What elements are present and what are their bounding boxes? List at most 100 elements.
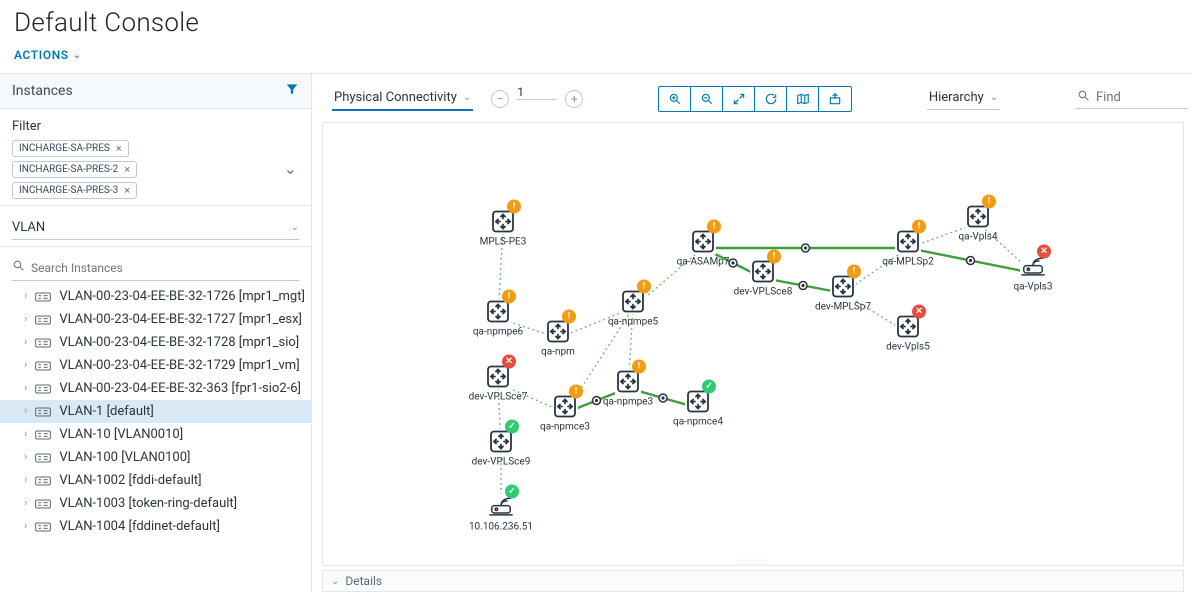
expand-caret-icon[interactable]: › [24, 519, 27, 532]
node-label: qa-npmpe5 [608, 317, 658, 328]
filter-chip-label: INCHARGE-SA-PRES-3 [19, 185, 118, 196]
search-input[interactable] [31, 261, 299, 275]
topology-node[interactable]: qa-npmpe5 [593, 289, 673, 328]
view-mode-value: Physical Connectivity [334, 90, 457, 105]
instance-row[interactable]: ›VLAN-00-23-04-EE-BE-32-1728 [mpr1_sio] [0, 331, 311, 354]
view-controls [658, 86, 852, 112]
instance-row[interactable]: ›VLAN-00-23-04-EE-BE-32-1726 [mpr1_mgt] [0, 285, 311, 308]
topology-find[interactable] [1075, 89, 1188, 109]
topology-node[interactable]: dev-Vpls5 [868, 314, 948, 353]
topology-node[interactable]: qa-npmpe3 [588, 369, 668, 408]
topology-node[interactable]: dev-VPLSce9 [461, 429, 541, 468]
chip-remove-icon[interactable]: × [116, 142, 122, 155]
expand-caret-icon[interactable]: › [24, 404, 27, 417]
instance-row[interactable]: ›VLAN-00-23-04-EE-BE-32-363 [fpr1-sio2-6… [0, 377, 311, 400]
instance-label: VLAN-1003 [token-ring-default] [59, 496, 237, 511]
zoom-in-button[interactable] [659, 87, 691, 111]
instance-row[interactable]: ›VLAN-1002 [fddi-default] [0, 469, 311, 492]
instances-sidebar: Instances Filter INCHARGE-SA-PRES×INCHAR… [0, 74, 312, 592]
filter-chip-label: INCHARGE-SA-PRES [19, 143, 110, 154]
filter-expand-chevron[interactable]: ⌄ [284, 159, 297, 178]
expand-caret-icon[interactable]: › [24, 473, 27, 486]
instance-row[interactable]: ›VLAN-100 [VLAN0100] [0, 446, 311, 469]
status-badge [569, 385, 583, 399]
topology-node[interactable]: 10.106.236.51 [461, 494, 541, 533]
node-label: dev-Vpls5 [886, 342, 930, 353]
topology-node[interactable]: MPLS-PE3 [463, 209, 543, 248]
status-badge [702, 380, 716, 394]
hop-stepper: − 1 + [491, 90, 583, 108]
filter-icon[interactable] [285, 82, 299, 100]
find-input[interactable] [1096, 90, 1186, 105]
hop-increment-button[interactable]: + [565, 90, 583, 108]
node-label: dev-VPLSce9 [472, 457, 531, 468]
instance-label: VLAN-1 [default] [59, 404, 154, 419]
details-label: Details [345, 574, 382, 588]
filter-chip[interactable]: INCHARGE-SA-PRES-2 × [12, 161, 137, 178]
instance-row[interactable]: › VLAN-1 [default] [0, 400, 311, 423]
chip-remove-icon[interactable]: × [124, 184, 130, 197]
node-label: qa-npmpe3 [603, 397, 653, 408]
status-badge [562, 310, 576, 324]
chevron-down-icon: ⌄ [463, 92, 471, 103]
topology-node[interactable]: qa-Vpls3 [993, 254, 1073, 293]
filter-chip[interactable]: INCHARGE-SA-PRES × [12, 140, 129, 157]
filter-chip-label: INCHARGE-SA-PRES-2 [19, 164, 118, 175]
zoom-out-button[interactable] [691, 87, 723, 111]
hierarchy-select[interactable]: Hierarchy ⌄ [927, 88, 1000, 110]
instance-row[interactable]: ›VLAN-10 [VLAN0010] [0, 423, 311, 446]
topology-node[interactable]: qa-npmce4 [658, 389, 738, 428]
category-select[interactable]: VLAN ⌄ [12, 220, 299, 240]
filter-chip[interactable]: INCHARGE-SA-PRES-3 × [12, 182, 137, 199]
vlan-icon [35, 520, 51, 534]
instance-row[interactable]: ›VLAN-1004 [fddinet-default] [0, 515, 311, 538]
hierarchy-label: Hierarchy [929, 90, 984, 105]
node-label: dev-MPLSp7 [815, 302, 871, 313]
instance-label: VLAN-00-23-04-EE-BE-32-1729 [mpr1_vm] [59, 358, 299, 373]
instance-row[interactable]: › VLAN-00-23-04-EE-BE-32-1729 [mpr1_vm] [0, 354, 311, 377]
instance-search[interactable] [12, 257, 299, 281]
chip-remove-icon[interactable]: × [124, 163, 130, 176]
expand-caret-icon[interactable]: › [24, 381, 27, 394]
export-button[interactable] [819, 87, 851, 111]
topology-canvas[interactable]: MPLS-PE3qa-npmpe6dev-VPLSce7dev-VPLSce91… [322, 122, 1184, 566]
status-badge [912, 220, 926, 234]
expand-caret-icon[interactable]: › [24, 358, 27, 371]
status-badge [847, 265, 861, 279]
instance-label: VLAN-00-23-04-EE-BE-32-1727 [mpr1_esx] [59, 312, 302, 327]
node-label: qa-MPLSp2 [882, 257, 933, 268]
node-label: qa-ASAMp7 [677, 257, 730, 268]
expand-caret-icon[interactable]: › [24, 289, 27, 302]
status-badge [502, 290, 516, 304]
vlan-icon [35, 290, 51, 304]
resize-grip[interactable]: :::::::: [737, 557, 769, 566]
fit-button[interactable] [723, 87, 755, 111]
view-mode-select[interactable]: Physical Connectivity ⌄ [332, 88, 473, 111]
expand-caret-icon[interactable]: › [24, 335, 27, 348]
chevron-down-icon: ⌄ [73, 50, 82, 61]
topology-node[interactable]: qa-MPLSp2 [868, 229, 948, 268]
actions-menu[interactable]: ACTIONS ⌄ [14, 48, 82, 62]
status-badge [502, 355, 516, 369]
topology-node[interactable]: qa-npm [518, 319, 598, 358]
chevron-down-icon: ⌄ [990, 92, 998, 103]
topology-node[interactable]: qa-Vpls4 [938, 204, 1018, 243]
vlan-icon [35, 359, 51, 373]
node-label: dev-VPLSce7 [469, 392, 528, 403]
expand-caret-icon[interactable]: › [24, 450, 27, 463]
expand-caret-icon[interactable]: › [24, 427, 27, 440]
topology-node[interactable]: dev-MPLSp7 [803, 274, 883, 313]
instance-row[interactable]: › VLAN-00-23-04-EE-BE-32-1727 [mpr1_esx] [0, 308, 311, 331]
expand-caret-icon[interactable]: › [24, 496, 27, 509]
vlan-icon [35, 451, 51, 465]
expand-caret-icon[interactable]: › [24, 312, 27, 325]
instance-row[interactable]: › VLAN-1003 [token-ring-default] [0, 492, 311, 515]
hop-decrement-button[interactable]: − [491, 90, 509, 108]
map-button[interactable] [787, 87, 819, 111]
vlan-icon [35, 474, 51, 488]
topology-node[interactable]: dev-VPLSce8 [723, 259, 803, 298]
reset-button[interactable] [755, 87, 787, 111]
node-label: qa-npmce3 [540, 422, 590, 433]
details-panel-toggle[interactable]: ⌄ Details [322, 570, 1184, 592]
status-badge [505, 420, 519, 434]
